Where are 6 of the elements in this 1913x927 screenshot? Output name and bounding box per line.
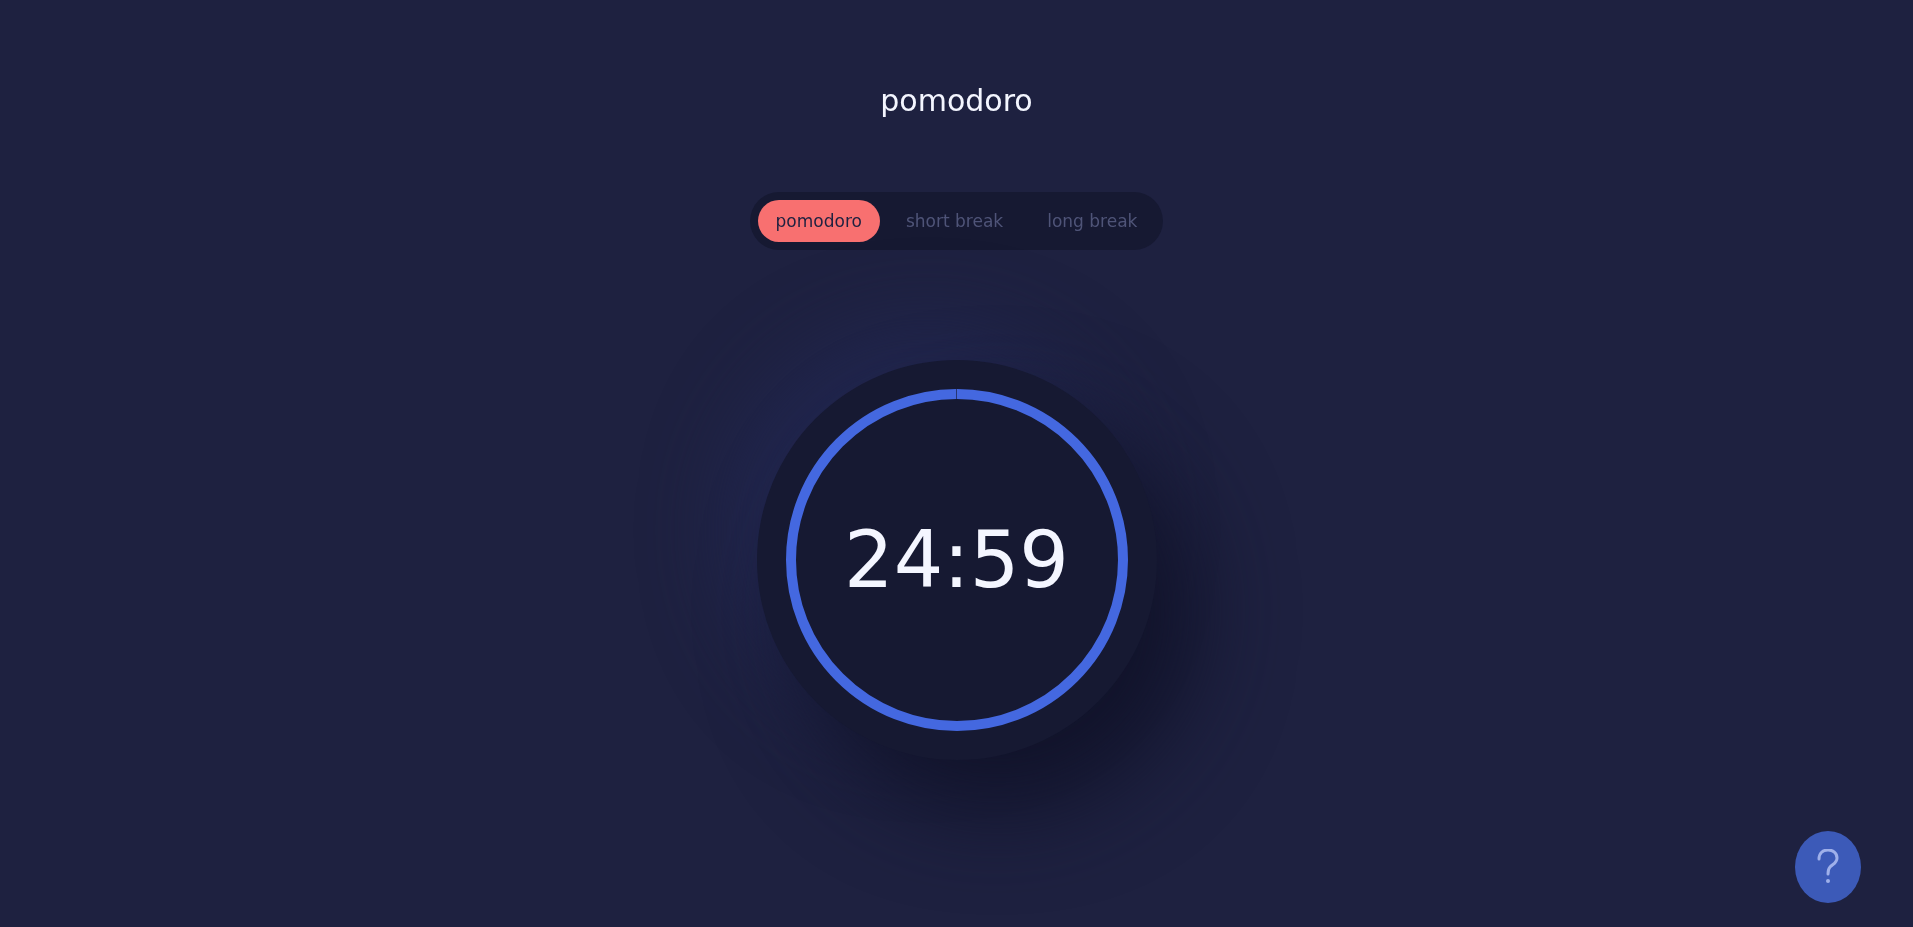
help-icon (1817, 849, 1839, 885)
app-title: pomodoro (880, 82, 1033, 120)
mode-tab[interactable]: long break (1029, 200, 1156, 242)
timer-readout: 24:59 (844, 515, 1069, 605)
mode-tab[interactable]: pomodoro (757, 200, 880, 242)
mode-tab[interactable]: short break (887, 200, 1022, 242)
